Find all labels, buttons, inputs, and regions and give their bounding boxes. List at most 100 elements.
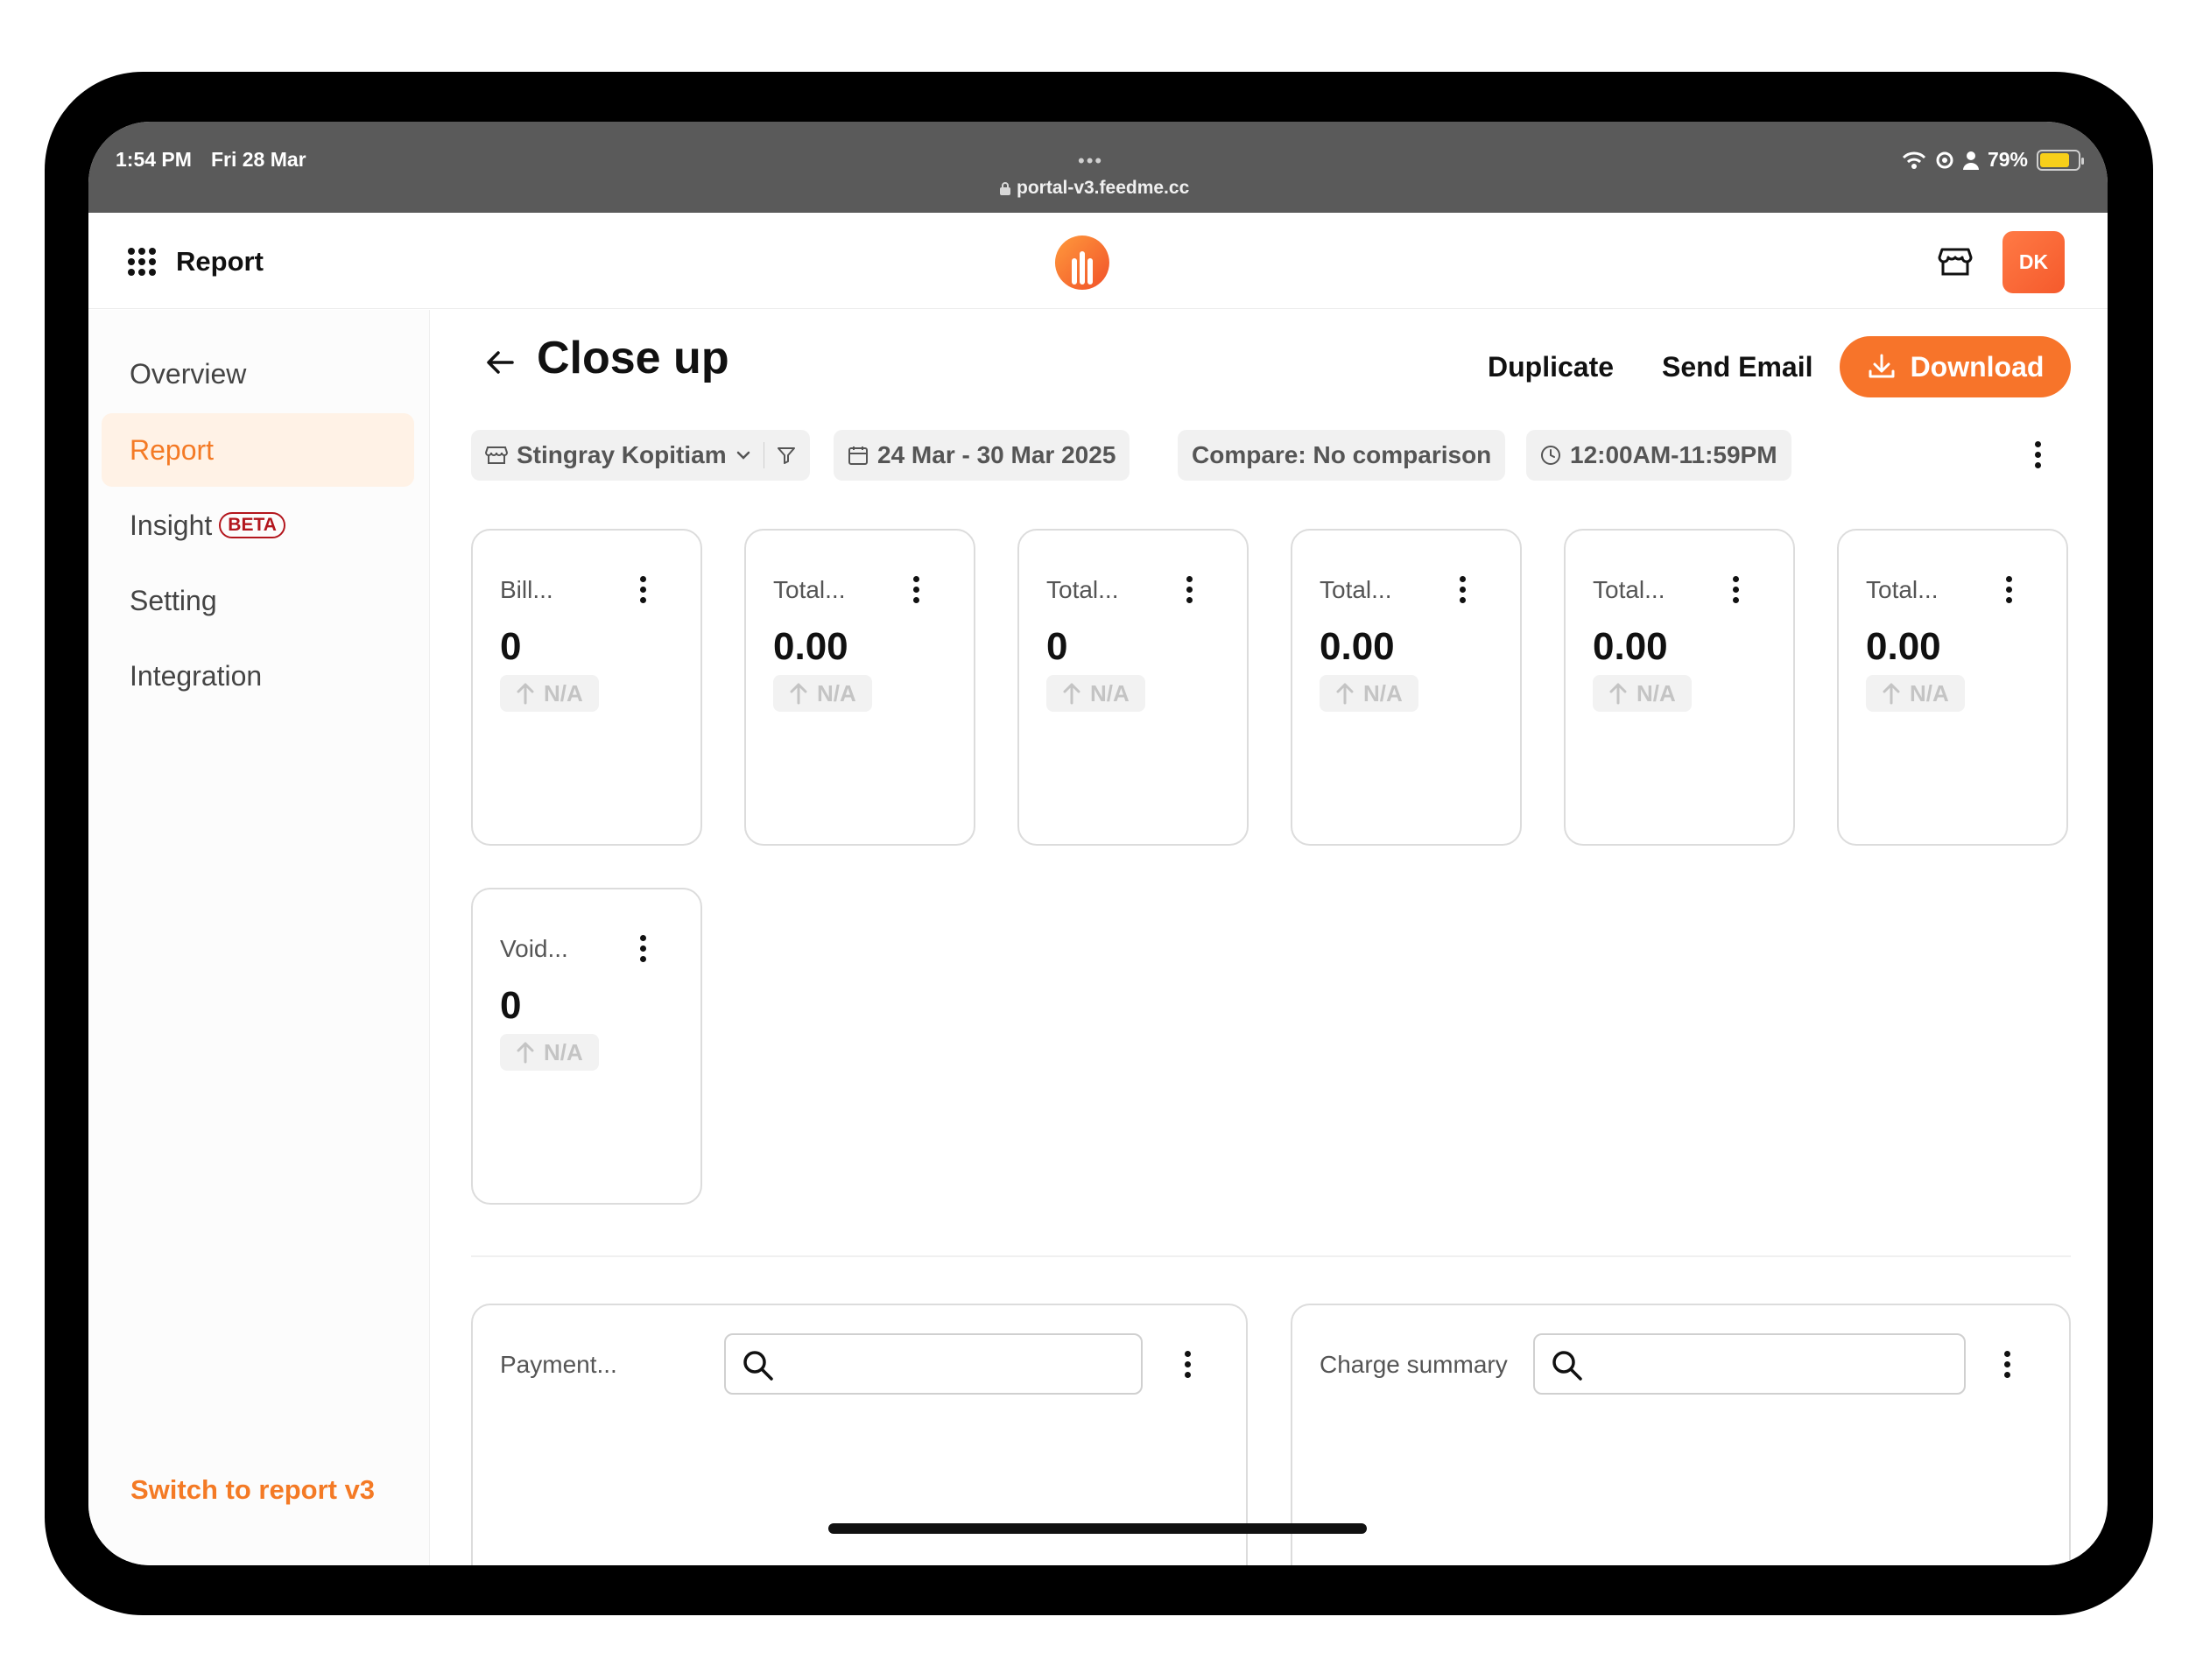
multitask-dots[interactable]: ••• (1078, 150, 1103, 172)
sidebar-item-overview[interactable]: Overview (102, 337, 414, 411)
chevron-down-icon (736, 451, 750, 460)
card-value: 0.00 (1320, 625, 1395, 668)
switch-to-report-v3-link[interactable]: Switch to report v3 (130, 1474, 375, 1506)
sidebar-item-label: Setting (130, 584, 217, 616)
calendar-icon (848, 446, 868, 465)
arrow-up-icon (1063, 683, 1080, 705)
card-title: Bill... (500, 576, 553, 603)
sidebar: Overview Report Insight BETA Setting Int… (88, 310, 430, 1565)
lock-icon (1000, 182, 1010, 195)
back-arrow-icon[interactable] (482, 345, 517, 380)
panel-menu-icon[interactable] (2003, 1351, 2010, 1378)
arrow-up-icon (1336, 683, 1354, 705)
person-icon (1962, 151, 1979, 170)
status-time: 1:54 PM (116, 148, 192, 171)
card-value: 0 (500, 984, 522, 1027)
sidebar-item-report[interactable]: Report (102, 413, 414, 487)
store-icon (485, 446, 508, 464)
card-menu-icon[interactable] (912, 576, 919, 603)
card-value: 0 (500, 625, 522, 668)
panel-title: Charge summary (1320, 1351, 1508, 1378)
payment-search-input[interactable] (787, 1344, 1132, 1384)
time-range-label: 12:00AM-11:59PM (1570, 441, 1777, 468)
card-change-badge: N/A (1866, 675, 1965, 712)
panel-menu-icon[interactable] (1184, 1351, 1191, 1378)
send-email-button[interactable]: Send Email (1662, 351, 1813, 383)
download-button[interactable]: Download (1840, 336, 2071, 397)
status-bar: 1:54 PM Fri 28 Mar ••• portal-v3.feedme.… (88, 122, 2108, 213)
store-icon[interactable] (1938, 244, 1973, 279)
card-change-label: N/A (1363, 679, 1403, 706)
charge-summary-search-input[interactable] (1596, 1344, 1955, 1384)
app-header: Report DK (88, 213, 2108, 309)
card-menu-icon[interactable] (2005, 576, 2012, 603)
battery-fill (2040, 152, 2070, 167)
card-title: Total... (773, 576, 846, 603)
card-change-badge: N/A (500, 1034, 599, 1071)
more-options-icon[interactable] (2034, 441, 2041, 468)
metric-card[interactable]: Bill... 0 N/A (471, 529, 702, 846)
arrow-up-icon (1883, 683, 1900, 705)
metric-card[interactable]: Total... 0.00 N/A (1564, 529, 1795, 846)
duplicate-button[interactable]: Duplicate (1488, 351, 1614, 383)
date-range-filter[interactable]: 24 Mar - 30 Mar 2025 (834, 430, 1130, 481)
card-change-label: N/A (1090, 679, 1130, 706)
metric-card[interactable]: Total... 0 N/A (1017, 529, 1249, 846)
card-change-label: N/A (1910, 679, 1949, 706)
charge-summary-panel: Charge summary (1291, 1304, 2071, 1565)
card-change-badge: N/A (773, 675, 872, 712)
download-label: Download (1910, 350, 2045, 383)
payment-search[interactable] (724, 1333, 1143, 1395)
card-title: Total... (1593, 576, 1665, 603)
battery-icon (2037, 149, 2084, 171)
card-title: Total... (1320, 576, 1392, 603)
time-range-filter[interactable]: 12:00AM-11:59PM (1526, 430, 1791, 481)
card-change-badge: N/A (1593, 675, 1692, 712)
status-left: 1:54 PM Fri 28 Mar (116, 148, 306, 172)
store-filter[interactable]: Stingray Kopitiam (471, 430, 810, 481)
card-change-badge: N/A (500, 675, 599, 712)
sidebar-item-label: Integration (130, 659, 263, 692)
compare-label: Compare: No comparison (1192, 441, 1492, 468)
feedme-logo-icon[interactable] (1052, 232, 1113, 293)
card-menu-icon[interactable] (1732, 576, 1739, 603)
wifi-icon (1902, 151, 1926, 169)
section-divider (471, 1255, 2071, 1257)
store-filter-label: Stingray Kopitiam (517, 441, 727, 468)
card-change-label: N/A (544, 679, 583, 706)
card-menu-icon[interactable] (639, 576, 646, 603)
status-right: 79% (1902, 148, 2084, 172)
beta-badge: BETA (219, 512, 285, 538)
sidebar-item-label: Report (130, 433, 215, 466)
sidebar-item-setting[interactable]: Setting (102, 564, 414, 637)
search-icon (743, 1351, 773, 1381)
apps-grid-icon[interactable] (128, 248, 156, 276)
card-value: 0.00 (1866, 625, 1941, 668)
metric-card[interactable]: Total... 0.00 N/A (1837, 529, 2068, 846)
panel-title: Payment... (500, 1351, 617, 1378)
card-value: 0.00 (1593, 625, 1668, 668)
url-text: portal-v3.feedme.cc (1017, 178, 1190, 198)
card-menu-icon[interactable] (1186, 576, 1193, 603)
charge-summary-search[interactable] (1533, 1333, 1966, 1395)
compare-filter[interactable]: Compare: No comparison (1178, 430, 1506, 481)
card-menu-icon[interactable] (1459, 576, 1466, 603)
url-bar[interactable]: portal-v3.feedme.cc (999, 178, 1189, 199)
battery-percent: 79% (1987, 148, 2028, 171)
card-value: 0 (1046, 625, 1068, 668)
card-menu-icon[interactable] (639, 935, 646, 962)
arrow-up-icon (1609, 683, 1627, 705)
sidebar-item-label: Overview (130, 357, 247, 390)
card-title: Total... (1866, 576, 1939, 603)
metric-card[interactable]: Total... 0.00 N/A (1291, 529, 1522, 846)
filter-icon[interactable] (777, 446, 796, 465)
sidebar-item-integration[interactable]: Integration (102, 639, 414, 713)
card-change-label: N/A (544, 1038, 583, 1065)
card-change-label: N/A (1636, 679, 1676, 706)
avatar[interactable]: DK (2002, 231, 2065, 293)
sidebar-item-insight[interactable]: Insight BETA (102, 489, 414, 562)
home-indicator[interactable] (828, 1523, 1367, 1534)
download-icon (1869, 354, 1895, 378)
metric-card[interactable]: Total... 0.00 N/A (744, 529, 975, 846)
metric-card[interactable]: Void... 0 N/A (471, 888, 702, 1205)
